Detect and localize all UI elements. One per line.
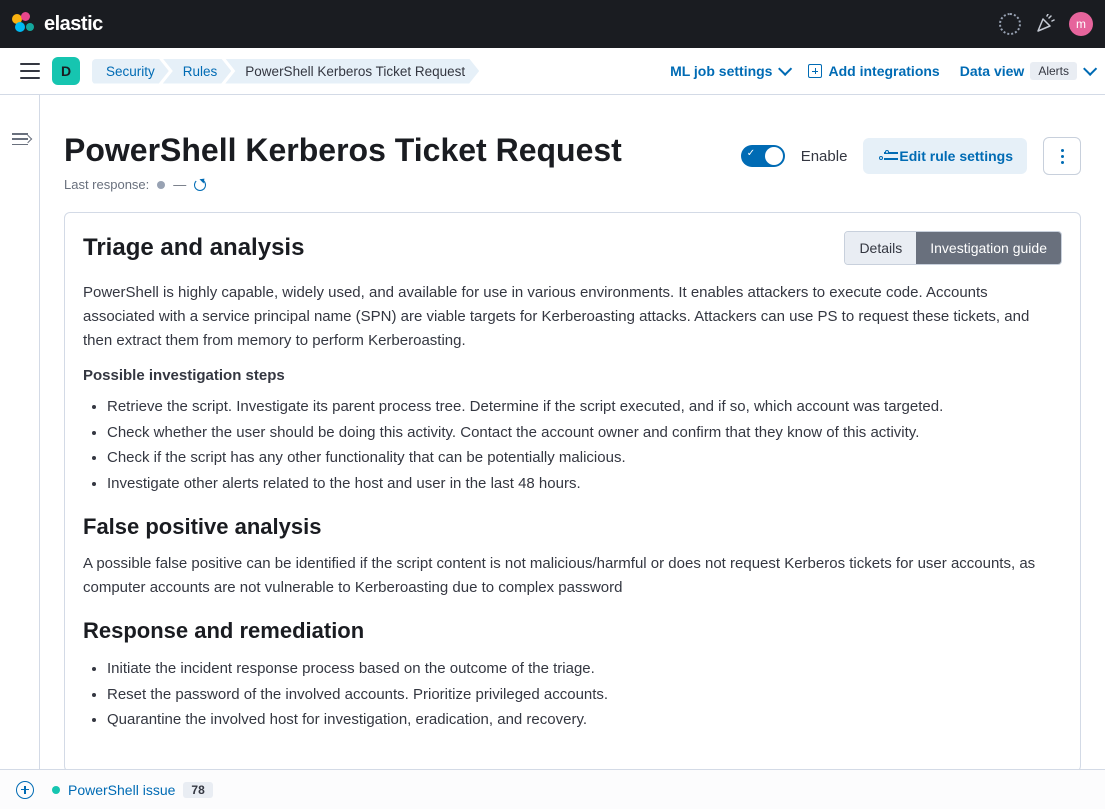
- crumb-security[interactable]: Security: [92, 59, 169, 84]
- edit-rule-button[interactable]: Edit rule settings: [863, 138, 1027, 174]
- last-response-status: Last response: —: [64, 177, 622, 192]
- list-item: Check if the script has any other functi…: [107, 445, 1062, 471]
- sub-header: D Security Rules PowerShell Kerberos Tic…: [0, 48, 1105, 95]
- space-initial: D: [61, 63, 71, 79]
- list-item: Reset the password of the involved accou…: [107, 682, 1062, 708]
- intro-text: PowerShell is highly capable, widely use…: [83, 281, 1062, 353]
- add-integration-icon: [808, 64, 822, 78]
- alerts-badge: Alerts: [1030, 62, 1077, 80]
- timeline-name: PowerShell issue: [68, 782, 175, 798]
- elastic-logo-icon: [12, 12, 36, 36]
- ml-job-settings-link[interactable]: ML job settings: [670, 63, 788, 79]
- list-item: Retrieve the script. Investigate its par…: [107, 394, 1062, 420]
- chevron-down-icon: [779, 62, 793, 76]
- list-item: Quarantine the involved host for investi…: [107, 707, 1062, 733]
- list-item: Initiate the incident response process b…: [107, 656, 1062, 682]
- data-view-selector[interactable]: Data view Alerts: [960, 62, 1093, 80]
- enable-label: Enable: [801, 148, 848, 165]
- false-positive-text: A possible false positive can be identif…: [83, 552, 1062, 600]
- sliders-icon: [877, 150, 891, 162]
- enable-toggle[interactable]: [741, 145, 785, 167]
- breadcrumb: Security Rules PowerShell Kerberos Ticke…: [92, 59, 479, 84]
- tab-details[interactable]: Details: [845, 232, 916, 264]
- brand-name: elastic: [44, 13, 103, 36]
- false-positive-heading: False positive analysis: [83, 514, 1062, 540]
- nav-toggle-icon[interactable]: [20, 63, 40, 79]
- steps-heading: Possible investigation steps: [83, 367, 1062, 384]
- page-title: PowerShell Kerberos Ticket Request: [64, 131, 622, 169]
- content-tab-group: Details Investigation guide: [844, 231, 1062, 265]
- collapsed-side-nav: [0, 95, 40, 769]
- status-dot-icon: [157, 181, 165, 189]
- response-steps-list: Initiate the incident response process b…: [83, 656, 1062, 733]
- refresh-icon[interactable]: [194, 179, 206, 191]
- timeline-status-dot-icon: [52, 786, 60, 794]
- add-timeline-icon[interactable]: [16, 781, 34, 799]
- crumb-current: PowerShell Kerberos Ticket Request: [225, 59, 479, 84]
- tab-investigation-guide[interactable]: Investigation guide: [916, 232, 1061, 264]
- timeline-item[interactable]: PowerShell issue 78: [52, 782, 213, 798]
- space-selector[interactable]: D: [52, 57, 80, 85]
- response-heading: Response and remediation: [83, 618, 1062, 644]
- brand-logo[interactable]: elastic: [12, 12, 103, 36]
- help-icon[interactable]: [999, 13, 1021, 35]
- investigation-guide-card: Triage and analysis Details Investigatio…: [64, 212, 1081, 769]
- user-avatar[interactable]: m: [1069, 12, 1093, 36]
- add-integrations-link[interactable]: Add integrations: [808, 63, 939, 79]
- triage-heading: Triage and analysis: [83, 234, 304, 262]
- list-item: Investigate other alerts related to the …: [107, 471, 1062, 497]
- global-header: elastic m: [0, 0, 1105, 48]
- list-item: Check whether the user should be doing t…: [107, 420, 1062, 446]
- header-right-group: m: [999, 12, 1093, 36]
- investigation-steps-list: Retrieve the script. Investigate its par…: [83, 394, 1062, 496]
- more-actions-button[interactable]: [1043, 137, 1081, 175]
- timeline-count-badge: 78: [183, 782, 212, 798]
- chevron-down-icon: [1083, 62, 1097, 76]
- newsfeed-icon[interactable]: [1035, 14, 1055, 34]
- avatar-initial: m: [1076, 17, 1086, 31]
- timeline-bar: PowerShell issue 78: [0, 769, 1105, 809]
- expand-nav-icon[interactable]: [12, 133, 28, 145]
- crumb-rules[interactable]: Rules: [163, 59, 232, 84]
